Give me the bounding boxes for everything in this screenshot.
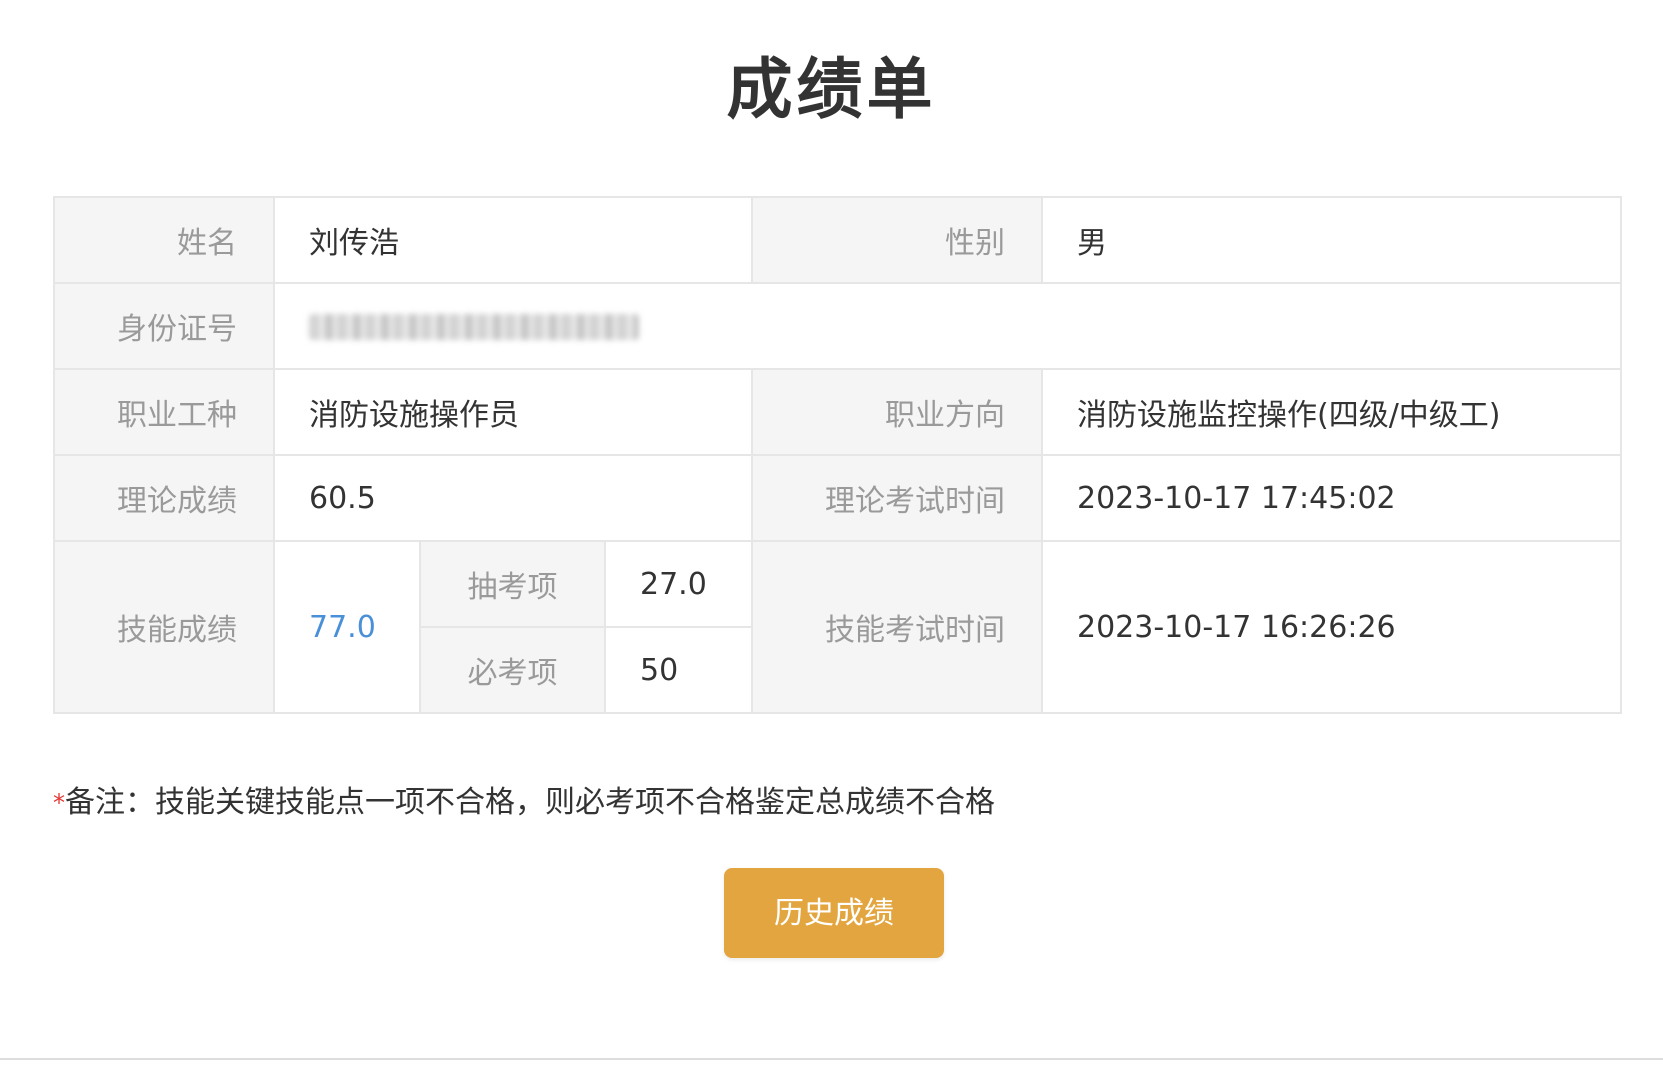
history-scores-button[interactable]: 历史成绩 bbox=[724, 868, 944, 958]
name-value: 刘传浩 bbox=[273, 196, 753, 284]
remark-text: 备注：技能关键技能点一项不合格，则必考项不合格鉴定总成绩不合格 bbox=[65, 785, 995, 820]
id-number-value bbox=[273, 282, 1622, 370]
required-star: * bbox=[53, 789, 65, 817]
direction-label: 职业方向 bbox=[751, 368, 1043, 456]
bottom-divider bbox=[0, 1058, 1663, 1060]
id-number-label: 身份证号 bbox=[53, 282, 275, 370]
table-row: 身份证号 bbox=[53, 282, 1622, 370]
theory-time-label: 理论考试时间 bbox=[751, 454, 1043, 542]
skill-time-label: 技能考试时间 bbox=[751, 540, 1043, 714]
random-item-value: 27.0 bbox=[604, 540, 753, 628]
table-row: 姓名 刘传浩 性别 男 bbox=[53, 196, 1622, 284]
score-table: 姓名 刘传浩 性别 男 身份证号 职业工种 消防设施操作员 职业方向 消防设施监… bbox=[53, 196, 1622, 714]
table-row: 理论成绩 60.5 理论考试时间 2023-10-17 17:45:02 bbox=[53, 454, 1622, 542]
theory-score-label: 理论成绩 bbox=[53, 454, 275, 542]
score-report-page: 成绩单 姓名 刘传浩 性别 男 身份证号 职业工种 消防设施操作员 职业方向 消… bbox=[0, 0, 1663, 1066]
remark-note: *备注：技能关键技能点一项不合格，则必考项不合格鉴定总成绩不合格 bbox=[53, 778, 995, 828]
skill-time-value: 2023-10-17 16:26:26 bbox=[1041, 540, 1622, 714]
direction-value: 消防设施监控操作(四级/中级工) bbox=[1041, 368, 1622, 456]
table-row: 职业工种 消防设施操作员 职业方向 消防设施监控操作(四级/中级工) bbox=[53, 368, 1622, 456]
required-item-label: 必考项 bbox=[419, 626, 606, 714]
occupation-label: 职业工种 bbox=[53, 368, 275, 456]
gender-label: 性别 bbox=[751, 196, 1043, 284]
occupation-value: 消防设施操作员 bbox=[273, 368, 753, 456]
theory-time-value: 2023-10-17 17:45:02 bbox=[1041, 454, 1622, 542]
table-row: 技能成绩 77.0 抽考项 27.0 技能考试时间 2023-10-17 16:… bbox=[53, 540, 1622, 714]
required-item-value: 50 bbox=[604, 626, 753, 714]
random-item-label: 抽考项 bbox=[419, 540, 606, 628]
name-label: 姓名 bbox=[53, 196, 275, 284]
gender-value: 男 bbox=[1041, 196, 1622, 284]
page-title: 成绩单 bbox=[726, 51, 937, 128]
skill-score-label: 技能成绩 bbox=[53, 540, 275, 714]
blurred-id-number bbox=[309, 314, 639, 340]
skill-score-value[interactable]: 77.0 bbox=[273, 540, 421, 714]
theory-score-value: 60.5 bbox=[273, 454, 753, 542]
